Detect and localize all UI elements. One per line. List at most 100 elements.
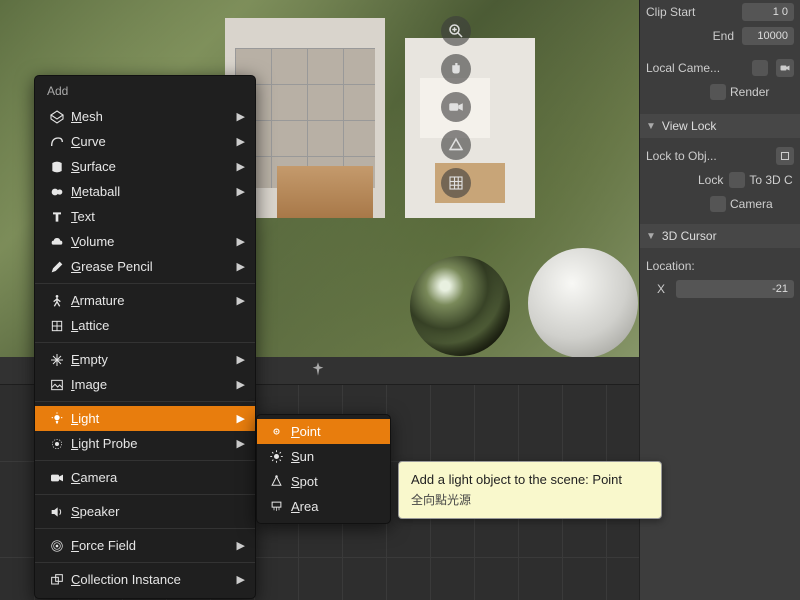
curve-icon xyxy=(49,134,71,150)
area-light-icon xyxy=(269,499,291,514)
pan-gizmo[interactable] xyxy=(441,54,471,84)
submenu-arrow-icon: ▶ xyxy=(237,353,245,366)
sun-light-icon xyxy=(269,449,291,464)
clip-end-field[interactable]: 10000 xyxy=(742,27,794,45)
menu-item-label: Lattice xyxy=(71,318,245,333)
menu-item-speaker[interactable]: Speaker xyxy=(35,499,255,524)
menu-item-mesh[interactable]: Mesh▶ xyxy=(35,104,255,129)
spot-light-icon xyxy=(269,474,291,489)
zoom-gizmo[interactable] xyxy=(441,16,471,46)
volume-icon xyxy=(49,234,71,250)
submenu-item-label: Sun xyxy=(291,449,314,464)
menu-item-metaball[interactable]: Metaball▶ xyxy=(35,179,255,204)
light-icon xyxy=(49,411,71,427)
menu-item-collinst[interactable]: Collection Instance▶ xyxy=(35,567,255,592)
submenu-item-label: Spot xyxy=(291,474,318,489)
menu-item-surface[interactable]: Surface▶ xyxy=(35,154,255,179)
local-camera-label: Local Came... xyxy=(646,61,752,75)
point-light-icon xyxy=(269,424,291,439)
location-x-field[interactable]: -21 xyxy=(676,280,794,298)
text-icon xyxy=(49,209,71,225)
submenu-arrow-icon: ▶ xyxy=(237,110,245,123)
menu-item-label: Force Field xyxy=(71,538,237,553)
render-checkbox[interactable] xyxy=(710,84,726,100)
scene-geometry xyxy=(225,18,535,258)
submenu-arrow-icon: ▶ xyxy=(237,260,245,273)
menu-item-volume[interactable]: Volume▶ xyxy=(35,229,255,254)
clip-start-field[interactable]: 1 0 xyxy=(742,3,794,21)
grease-icon xyxy=(49,259,71,275)
camera-icon[interactable] xyxy=(776,59,794,77)
menu-item-armature[interactable]: Armature▶ xyxy=(35,288,255,313)
local-camera-checkbox[interactable] xyxy=(752,60,768,76)
menu-item-empty[interactable]: Empty▶ xyxy=(35,347,255,372)
cursor-header[interactable]: ▼3D Cursor xyxy=(640,224,800,248)
camera-gizmo[interactable] xyxy=(441,92,471,122)
tooltip-line2: 全向點光源 xyxy=(411,491,649,508)
lock-camera-checkbox[interactable] xyxy=(710,196,726,212)
image-icon xyxy=(49,377,71,393)
menu-item-label: Empty xyxy=(71,352,237,367)
submenu-arrow-icon: ▶ xyxy=(237,160,245,173)
menu-item-label: Curve xyxy=(71,134,237,149)
mesh-icon xyxy=(49,109,71,125)
menu-item-camera[interactable]: Camera xyxy=(35,465,255,490)
lock-to-obj-picker[interactable] xyxy=(776,147,794,165)
submenu-arrow-icon: ▶ xyxy=(237,412,245,425)
metaball-icon xyxy=(49,184,71,200)
lock-to-obj-label: Lock to Obj... xyxy=(646,149,772,163)
submenu-item-point[interactable]: Point xyxy=(257,419,390,444)
location-label: Location: xyxy=(646,259,794,273)
submenu-item-label: Point xyxy=(291,424,321,439)
submenu-arrow-icon: ▶ xyxy=(237,185,245,198)
submenu-item-sun[interactable]: Sun xyxy=(257,444,390,469)
menu-item-label: Collection Instance xyxy=(71,572,237,587)
submenu-arrow-icon: ▶ xyxy=(237,573,245,586)
menu-item-grease[interactable]: Grease Pencil▶ xyxy=(35,254,255,279)
clip-start-label: Clip Start xyxy=(646,5,742,19)
to-3d-cursor-label: To 3D C xyxy=(749,173,792,187)
menu-item-label: Mesh xyxy=(71,109,237,124)
lock-to-3d-checkbox[interactable] xyxy=(729,172,745,188)
surface-icon xyxy=(49,159,71,175)
speaker-icon xyxy=(49,504,71,520)
submenu-arrow-icon: ▶ xyxy=(237,378,245,391)
submenu-item-area[interactable]: Area xyxy=(257,494,390,519)
collinst-icon xyxy=(49,572,71,588)
menu-item-light[interactable]: Light▶ xyxy=(35,406,255,431)
armature-icon xyxy=(49,293,71,309)
forcefield-icon xyxy=(49,538,71,554)
submenu-arrow-icon: ▶ xyxy=(237,437,245,450)
menu-item-label: Image xyxy=(71,377,237,392)
menu-item-label: Surface xyxy=(71,159,237,174)
light-submenu: Point Sun Spot Area xyxy=(256,414,391,524)
lock-label: Lock xyxy=(698,173,723,187)
menu-item-label: Light xyxy=(71,411,237,426)
grid-gizmo[interactable] xyxy=(441,168,471,198)
menu-item-label: Speaker xyxy=(71,504,245,519)
menu-item-label: Light Probe xyxy=(71,436,237,451)
empty-icon xyxy=(49,352,71,368)
menu-item-forcefield[interactable]: Force Field▶ xyxy=(35,533,255,558)
menu-item-image[interactable]: Image▶ xyxy=(35,372,255,397)
properties-panel: Clip Start 1 0 End 10000 Local Came... R… xyxy=(639,0,800,600)
clip-end-label: End xyxy=(646,29,742,43)
lightprobe-icon xyxy=(49,436,71,452)
menu-item-label: Grease Pencil xyxy=(71,259,237,274)
menu-item-lightprobe[interactable]: Light Probe▶ xyxy=(35,431,255,456)
view-lock-header[interactable]: ▼View Lock xyxy=(640,114,800,138)
submenu-arrow-icon: ▶ xyxy=(237,539,245,552)
menu-item-label: Volume xyxy=(71,234,237,249)
submenu-item-spot[interactable]: Spot xyxy=(257,469,390,494)
submenu-arrow-icon: ▶ xyxy=(237,294,245,307)
perspective-gizmo[interactable] xyxy=(441,130,471,160)
add-menu-title: Add xyxy=(35,76,255,104)
pin-icon[interactable] xyxy=(310,361,326,380)
lattice-icon xyxy=(49,318,71,334)
menu-item-curve[interactable]: Curve▶ xyxy=(35,129,255,154)
add-menu: Add Mesh▶Curve▶Surface▶Metaball▶TextVolu… xyxy=(34,75,256,599)
menu-item-lattice[interactable]: Lattice xyxy=(35,313,255,338)
menu-item-text[interactable]: Text xyxy=(35,204,255,229)
render-label: Render xyxy=(730,85,769,99)
submenu-item-label: Area xyxy=(291,499,318,514)
